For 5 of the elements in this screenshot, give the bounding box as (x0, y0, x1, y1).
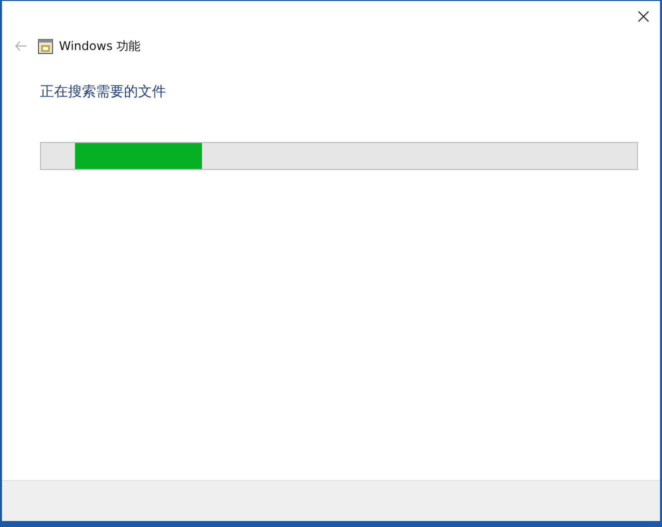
window-features-icon (38, 38, 53, 54)
window-title: Windows 功能 (59, 38, 140, 54)
status-heading: 正在搜索需要的文件 (40, 83, 167, 102)
back-arrow-icon (15, 41, 27, 51)
close-icon (638, 10, 648, 22)
